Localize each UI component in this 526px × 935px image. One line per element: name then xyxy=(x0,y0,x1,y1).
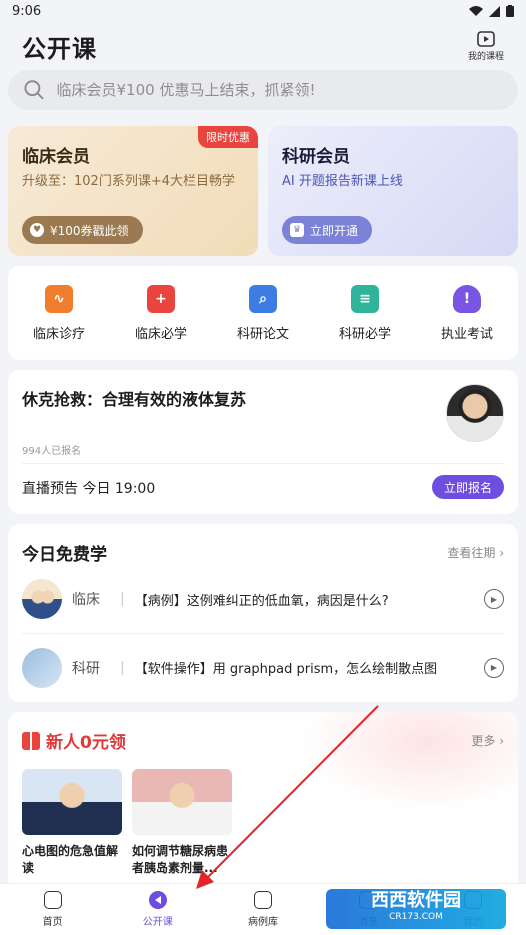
clinical-member-subtitle: 升级至：102门系列课+4大栏目畅学 xyxy=(22,174,235,189)
pulse-icon: ∿ xyxy=(45,284,73,313)
play-icon[interactable]: ▶ xyxy=(484,657,504,678)
category-label: 科研论文 xyxy=(236,326,289,342)
course-list: 心电图的危急值解读 如何调节糖尿病患者胰岛素剂量... xyxy=(22,769,504,877)
home-icon xyxy=(43,891,62,909)
tab-case-library[interactable]: 病例库 xyxy=(228,891,298,928)
item-category: 科研 xyxy=(72,660,100,677)
research-member-card[interactable]: 科研会员 AI 开题报告新课上线 ♛ 立即开通 xyxy=(268,126,518,256)
search-input[interactable] xyxy=(56,81,502,99)
watermark-sub: CR173.COM xyxy=(389,912,443,922)
search-doc-icon: ⌕ xyxy=(249,284,277,313)
play-circle-icon xyxy=(148,891,167,909)
wifi-icon xyxy=(469,5,483,16)
category-clinical-diagnosis[interactable]: ∿ 临床诊疗 xyxy=(14,284,104,342)
separator: | xyxy=(120,659,125,676)
view-past-link[interactable]: 查看往期 › xyxy=(447,544,504,561)
clinical-member-card[interactable]: 限时优惠 临床会员 升级至：102门系列课+4大栏目畅学 ♥ ¥100券戳此领 xyxy=(8,126,258,256)
category-research-must[interactable]: ≡ 科研必学 xyxy=(320,284,410,342)
live-time: 直播预告 今日 19:00 xyxy=(22,481,156,497)
category-label: 临床必学 xyxy=(134,326,187,342)
tab-label: 首页 xyxy=(42,917,63,928)
heart-icon: ♥ xyxy=(30,223,44,237)
item-title: 【病例】这例难纠正的低血氧，病因是什么? xyxy=(134,593,389,609)
coupon-button[interactable]: ♥ ¥100券戳此领 xyxy=(22,216,143,244)
watermark-logo: 西西软件园 CR173.COM xyxy=(326,889,506,929)
signal-icon xyxy=(489,5,500,17)
category-label: 执业考试 xyxy=(440,326,493,342)
member-row: 限时优惠 临床会员 升级至：102门系列课+4大栏目畅学 ♥ ¥100券戳此领 … xyxy=(0,126,526,256)
header: 公开课 我的课程 xyxy=(0,22,526,70)
item-title: 【软件操作】用 graphpad prism，怎么绘制散点图 xyxy=(134,662,438,677)
newbie-title: 新人0元领 xyxy=(46,733,126,753)
status-icons xyxy=(469,5,514,17)
research-member-subtitle: AI 开题报告新课上线 xyxy=(282,174,403,189)
my-courses-label: 我的课程 xyxy=(467,51,504,62)
item-category: 临床 xyxy=(72,592,100,608)
signup-button[interactable]: 立即报名 xyxy=(431,475,504,499)
signup-count: 994人已报名 xyxy=(22,446,82,457)
status-time: 9:06 xyxy=(12,3,42,19)
case-icon xyxy=(253,891,272,909)
category-license-exam[interactable]: ! 执业考试 xyxy=(422,284,512,342)
category-research-paper[interactable]: ⌕ 科研论文 xyxy=(218,284,308,342)
tab-open-course[interactable]: 公开课 xyxy=(123,891,193,928)
my-courses-button[interactable]: 我的课程 xyxy=(467,30,504,62)
free-title: 今日免费学 xyxy=(22,545,107,565)
live-card[interactable]: 休克抢救：合理有效的液体复苏 994人已报名 直播预告 今日 19:00 立即报… xyxy=(8,370,518,514)
divider xyxy=(22,463,504,464)
play-icon[interactable]: ▶ xyxy=(484,589,504,609)
battery-icon xyxy=(506,5,514,17)
list-item[interactable]: 临床 | 【病例】这例难纠正的低血氧，病因是什么? ▶ xyxy=(22,565,504,633)
page-title: 公开课 xyxy=(22,34,97,63)
activate-button-label: 立即开通 xyxy=(310,223,359,238)
course-card[interactable]: 心电图的危急值解读 xyxy=(22,769,122,877)
plus-bookmark-icon: + xyxy=(147,284,175,313)
more-link[interactable]: 更多 › xyxy=(471,732,504,749)
badge-icon: ! xyxy=(453,284,481,313)
activate-button[interactable]: ♛ 立即开通 xyxy=(282,216,373,244)
research-member-title: 科研会员 xyxy=(282,147,350,167)
limited-offer-badge: 限时优惠 xyxy=(198,126,258,148)
thumbnail xyxy=(22,579,62,619)
category-label: 科研必学 xyxy=(338,326,391,342)
newbie-title-wrap: 新人0元领 xyxy=(22,728,126,753)
category-label: 临床诊疗 xyxy=(32,326,85,342)
list-item[interactable]: 科研 | 【软件操作】用 graphpad prism，怎么绘制散点图 ▶ xyxy=(22,633,504,701)
video-icon xyxy=(477,30,495,47)
category-grid: ∿ 临床诊疗 + 临床必学 ⌕ 科研论文 ≡ 科研必学 ! 执业考试 xyxy=(8,266,518,360)
course-title: 如何调节糖尿病患者胰岛素剂量... xyxy=(132,844,229,875)
newbie-header: 新人0元领 更多 › xyxy=(22,728,504,753)
course-image xyxy=(22,769,122,835)
category-clinical-must[interactable]: + 临床必学 xyxy=(116,284,206,342)
gift-icon xyxy=(22,731,40,750)
document-icon: ≡ xyxy=(351,284,379,313)
coupon-button-label: ¥100券戳此领 xyxy=(50,223,129,238)
tab-label: 病例库 xyxy=(247,917,278,928)
free-learning-card: 今日免费学 查看往期 › 临床 | 【病例】这例难纠正的低血氧，病因是什么? ▶… xyxy=(8,524,518,702)
lecturer-avatar xyxy=(446,384,504,442)
search-icon xyxy=(24,80,44,100)
tab-home[interactable]: 首页 xyxy=(18,891,88,928)
course-image xyxy=(132,769,232,835)
watermark-text: 西西软件园 xyxy=(371,890,461,911)
newbie-card: 新人0元领 更多 › 心电图的危急值解读 如何调节糖尿病患者胰岛素剂量... xyxy=(8,712,518,892)
course-card[interactable]: 如何调节糖尿病患者胰岛素剂量... xyxy=(132,769,232,877)
free-header: 今日免费学 查看往期 › xyxy=(22,540,504,565)
separator: | xyxy=(120,591,125,607)
status-bar: 9:06 xyxy=(0,0,526,22)
crown-icon: ♛ xyxy=(290,223,304,237)
thumbnail xyxy=(22,647,62,688)
course-title: 心电图的危急值解读 xyxy=(22,844,119,875)
search-bar[interactable] xyxy=(8,70,518,110)
tab-label: 公开课 xyxy=(142,917,173,928)
live-title: 休克抢救：合理有效的液体复苏 xyxy=(22,390,247,409)
